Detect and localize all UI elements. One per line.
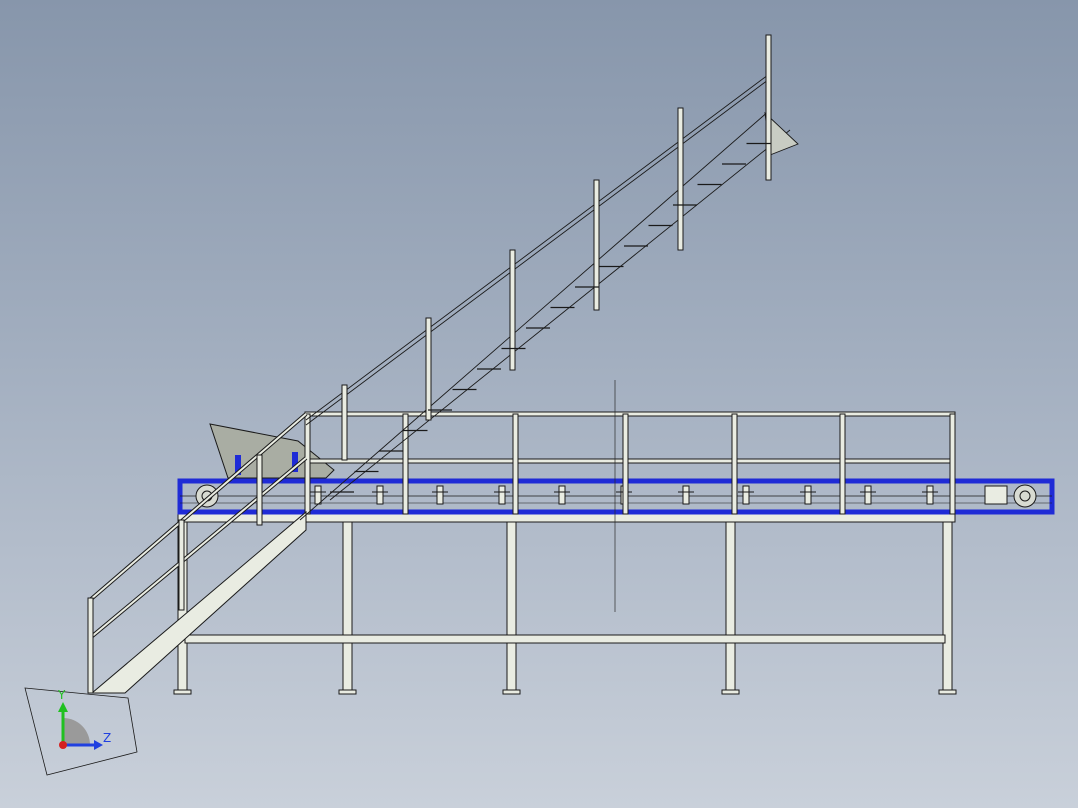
incline-rail-posts [341,34,772,461]
handrail-post [839,413,846,515]
handrail-post [731,413,738,515]
triad-arc [63,718,90,745]
support-legs [173,519,957,695]
idler-bracket [804,485,812,505]
incline-post [341,384,348,461]
idler-bracket [436,485,444,505]
incline-post [509,249,516,371]
orientation-triad[interactable]: Y Z [24,687,138,776]
incline-post [593,179,600,311]
conveyor-frame [177,478,1055,515]
feed-hopper [209,423,335,479]
idler-bracket [498,485,506,505]
idler-bracket [926,485,934,505]
handrail-post [512,413,519,515]
platform-beam [177,513,956,523]
idler-bracket [558,485,566,505]
incline-post [425,317,432,421]
inclined-conveyor [299,74,799,521]
handrail-post [622,413,629,515]
handrail-post [949,413,956,515]
idler-bracket [864,485,872,505]
incline-post [765,34,772,181]
z-axis-label: Z [103,731,111,745]
x-axis-dot [59,741,67,749]
y-axis-arrowhead [58,702,68,712]
y-axis-label: Y [57,688,66,702]
idler-bracket [742,485,750,505]
platform-handrail [304,411,956,515]
idler-bracket [314,485,322,505]
cad-viewport[interactable]: Y Z [0,0,1078,808]
idler-bracket [682,485,690,505]
incline-cleats [330,142,771,493]
z-axis-arrowhead [94,740,103,750]
handrail-post [304,413,311,515]
conveyor-platform-model[interactable]: Y Z [0,0,1078,808]
incline-post [677,107,684,251]
idler-bracket [376,485,384,505]
